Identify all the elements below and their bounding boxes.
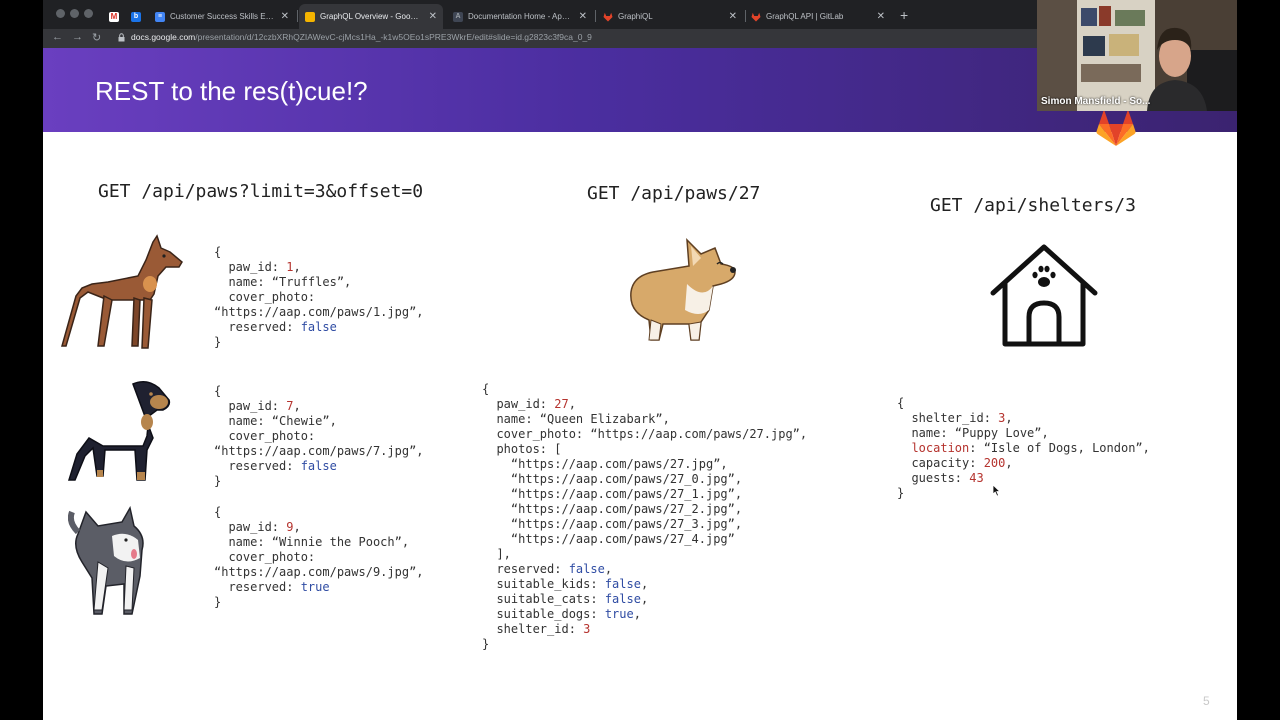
shelter-id-value: 3: [998, 411, 1006, 425]
cover-photo-value: “https://aap.com/paws/9.jpg”: [214, 565, 417, 579]
tab-gitlab-graphql-api[interactable]: GraphQL API | GitLab ✕: [745, 4, 891, 29]
window-minimize-button[interactable]: [70, 9, 79, 18]
address-bar[interactable]: docs.google.com/presentation/d/12czbXRhQ…: [131, 32, 592, 42]
doberman-illustration: [61, 234, 183, 349]
rottweiler-illustration: [67, 381, 171, 481]
reserved-value: false: [568, 562, 605, 576]
tab-gmail[interactable]: M: [103, 4, 123, 29]
webcam-video: Simon Mansfield - So...: [1037, 0, 1237, 111]
presenter-video-frame: [1037, 0, 1237, 111]
paw-id-value: 27: [554, 397, 569, 411]
json-record-paw-1: { paw_id: 1, name: “Truffles”, cover_pho…: [214, 245, 424, 349]
close-icon[interactable]: ✕: [729, 11, 737, 22]
reload-icon[interactable]: ↻: [92, 31, 101, 44]
lock-icon: [118, 33, 125, 42]
paw-id-value: 7: [286, 399, 294, 413]
slide-number: 5: [1203, 694, 1210, 708]
tab-divider: [595, 10, 596, 22]
tab-title: GraphQL Overview - Google Sl: [320, 12, 423, 21]
suitable-cats-value: false: [604, 592, 641, 606]
tab-customer-success[interactable]: ≡ Customer Success Skills Excha ✕: [149, 4, 295, 29]
url-path: /presentation/d/12czbXRhQZIAWevC-cjMcs1H…: [195, 32, 592, 42]
gitlab-icon: [603, 12, 613, 22]
close-icon[interactable]: ✕: [429, 11, 437, 22]
presentation-slide: REST to the res(t)cue!? GET /api/paws?li…: [43, 48, 1237, 720]
reserved-value: false: [300, 459, 337, 473]
endpoint-label-list: GET /api/paws?limit=3&offset=0: [98, 181, 424, 202]
husky-illustration: [68, 506, 144, 615]
photo-url: “https://aap.com/paws/27_3.jpg”: [510, 517, 735, 531]
capacity-value: 200: [983, 456, 1006, 470]
gmail-icon: M: [109, 11, 119, 22]
tab-graphql-overview[interactable]: GraphQL Overview - Google Sl ✕: [299, 4, 443, 29]
browser-window: M b ≡ Customer Success Skills Excha ✕ Gr…: [43, 0, 1037, 48]
name-value: “Puppy Love”: [954, 426, 1042, 440]
paw-id-value: 9: [286, 520, 294, 534]
cover-photo-value: “https://aap.com/paws/27.jpg”: [590, 427, 800, 441]
browser-toolbar: ← → ↻ docs.google.com/presentation/d/12c…: [43, 29, 1037, 48]
shelter-id-value: 3: [583, 622, 591, 636]
endpoint-label-shelter: GET /api/shelters/3: [930, 195, 1136, 216]
new-tab-button[interactable]: +: [900, 7, 908, 23]
cover-photo-value: “https://aap.com/paws/7.jpg”: [214, 444, 417, 458]
reserved-value: true: [300, 580, 330, 594]
tab-title: GraphiQL: [618, 12, 653, 21]
endpoint-label-paw: GET /api/paws/27: [587, 183, 761, 204]
name-value: “Winnie the Pooch”: [271, 535, 402, 549]
mouse-cursor-icon: [992, 484, 1001, 497]
location-key: location: [911, 441, 970, 455]
name-value: “Truffles”: [271, 275, 345, 289]
close-icon[interactable]: ✕: [579, 11, 587, 22]
photo-url: “https://aap.com/paws/27_4.jpg”: [510, 532, 735, 546]
cover-photo-value: “https://aap.com/paws/1.jpg”: [214, 305, 417, 319]
gitlab-logo-icon: [1096, 110, 1136, 146]
back-arrow-icon[interactable]: ←: [52, 31, 63, 43]
json-record-paw-7: { paw_id: 7, name: “Chewie”, cover_photo…: [214, 384, 424, 488]
tab-apollo-docs[interactable]: A Documentation Home - Apollo ✕: [447, 4, 593, 29]
participant-name: Simon Mansfield - So...: [1041, 96, 1151, 107]
gitlab-icon: [751, 12, 761, 22]
photo-url: “https://aap.com/paws/27_2.jpg”: [510, 502, 735, 516]
photo-url: “https://aap.com/paws/27.jpg”: [510, 457, 721, 471]
tab-title: GraphQL API | GitLab: [766, 12, 844, 21]
suitable-kids-value: false: [604, 577, 641, 591]
tab-bookmark[interactable]: b: [125, 4, 145, 29]
docs-icon: ≡: [155, 11, 165, 22]
tab-divider: [297, 10, 298, 22]
reserved-value: false: [300, 320, 337, 334]
corgi-illustration: [630, 238, 736, 341]
json-record-paw-9: { paw_id: 9, name: “Winnie the Pooch”, c…: [214, 505, 424, 609]
json-record-shelter-3: { shelter_id: 3, name: “Puppy Love”, loc…: [897, 396, 1150, 500]
bookmark-icon: b: [131, 11, 141, 22]
name-value: “Chewie”: [271, 414, 330, 428]
photo-url: “https://aap.com/paws/27_0.jpg”: [510, 472, 735, 486]
slide-title: REST to the res(t)cue!?: [95, 76, 368, 106]
location-value: “Isle of Dogs, London”: [983, 441, 1143, 455]
name-value: “Queen Elizabark”: [539, 412, 663, 426]
forward-arrow-icon[interactable]: →: [72, 31, 83, 43]
guests-value: 43: [969, 471, 984, 485]
slides-icon: [305, 11, 315, 22]
photo-url: “https://aap.com/paws/27_1.jpg”: [510, 487, 735, 501]
close-icon[interactable]: ✕: [877, 11, 885, 22]
window-zoom-button[interactable]: [84, 9, 93, 18]
url-host: docs.google.com: [131, 32, 196, 42]
tab-strip: M b ≡ Customer Success Skills Excha ✕ Gr…: [43, 0, 1037, 29]
json-record-paw-27: { paw_id: 27, name: “Queen Elizabark”, c…: [482, 382, 808, 651]
doghouse-paw-icon: [990, 244, 1098, 347]
tab-title: Customer Success Skills Excha: [170, 12, 275, 21]
tab-title: Documentation Home - Apollo: [468, 12, 573, 21]
window-close-button[interactable]: [56, 9, 65, 18]
tab-graphiql[interactable]: GraphiQL ✕: [597, 4, 743, 29]
paw-id-value: 1: [286, 260, 294, 274]
apollo-icon: A: [453, 11, 463, 22]
suitable-dogs-value: true: [604, 607, 634, 621]
screen: M b ≡ Customer Success Skills Excha ✕ Gr…: [0, 0, 1280, 720]
close-icon[interactable]: ✕: [281, 11, 289, 22]
